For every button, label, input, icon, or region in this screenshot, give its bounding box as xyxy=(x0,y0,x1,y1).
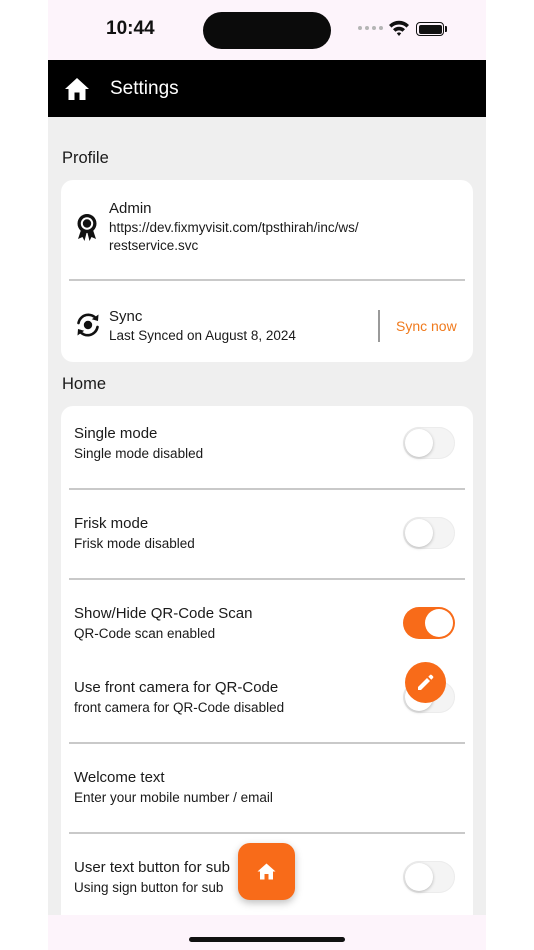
profile-card: Admin https://dev.fixmyvisit.com/tpsthir… xyxy=(61,180,473,362)
status-time: 10:44 xyxy=(106,18,155,39)
qr-scan-toggle[interactable] xyxy=(403,607,455,639)
single-mode-toggle[interactable] xyxy=(403,427,455,459)
frisk-mode-toggle[interactable] xyxy=(403,517,455,549)
setting-title: Welcome text xyxy=(74,769,165,786)
wifi-icon xyxy=(389,20,409,36)
divider xyxy=(69,578,465,580)
home-icon xyxy=(257,863,276,880)
dynamic-island xyxy=(203,12,331,49)
edit-welcome-text-button[interactable] xyxy=(405,662,446,703)
cellular-signal-icon xyxy=(358,26,383,30)
setting-title: Use front camera for QR-Code xyxy=(74,679,279,696)
battery-icon xyxy=(416,22,444,36)
status-bar: 10:44 xyxy=(48,0,486,60)
setting-row-single-mode[interactable]: Single mode Single mode disabled xyxy=(61,406,473,488)
user-text-button-toggle[interactable] xyxy=(403,861,455,893)
home-icon[interactable] xyxy=(64,77,90,101)
sync-now-button[interactable]: Sync now xyxy=(396,318,457,334)
phone-screen: 10:44 Settings Profile Admin https://dev… xyxy=(48,0,486,950)
page-title: Settings xyxy=(110,78,179,99)
setting-title: Frisk mode xyxy=(74,515,149,532)
section-title-profile: Profile xyxy=(62,149,109,167)
setting-subtitle: QR-Code scan enabled xyxy=(74,626,216,641)
admin-title: Admin xyxy=(109,200,152,217)
admin-row[interactable]: Admin https://dev.fixmyvisit.com/tpsthir… xyxy=(61,180,473,280)
setting-row-frisk-mode[interactable]: Frisk mode Frisk mode disabled xyxy=(61,496,473,578)
sync-separator xyxy=(378,310,380,342)
sync-title: Sync xyxy=(109,308,143,325)
setting-subtitle: front camera for QR-Code disabled xyxy=(74,700,285,715)
app-bar: Settings xyxy=(48,60,486,117)
award-ribbon-icon xyxy=(77,214,97,241)
setting-title: User text button for sub xyxy=(74,859,230,876)
divider xyxy=(69,832,465,834)
admin-url-line2: restservice.svc xyxy=(109,238,199,253)
pencil-icon xyxy=(418,674,434,690)
setting-subtitle: Single mode disabled xyxy=(74,446,204,461)
setting-row-welcome-text[interactable]: Welcome text Enter your mobile number / … xyxy=(61,750,473,832)
home-indicator[interactable] xyxy=(189,937,345,942)
setting-title: Show/Hide QR-Code Scan xyxy=(74,605,253,622)
settings-content[interactable]: Profile Admin https://dev.fixmyvisit.com… xyxy=(48,117,486,915)
admin-url-line1: https://dev.fixmyvisit.com/tpsthirah/inc… xyxy=(109,220,359,235)
setting-title: Single mode xyxy=(74,425,158,442)
home-fab-button[interactable] xyxy=(238,843,295,900)
setting-subtitle: Frisk mode disabled xyxy=(74,536,195,551)
setting-row-qr-scan[interactable]: Show/Hide QR-Code Scan QR-Code scan enab… xyxy=(61,586,473,660)
sync-icon[interactable] xyxy=(74,311,102,339)
setting-subtitle: Enter your mobile number / email xyxy=(74,790,273,805)
section-title-home: Home xyxy=(62,375,107,393)
divider xyxy=(69,488,465,490)
setting-subtitle: Using sign button for sub xyxy=(74,880,224,895)
battery-tip xyxy=(445,26,447,32)
divider xyxy=(69,742,465,744)
home-settings-card: Single mode Single mode disabled Frisk m… xyxy=(61,406,473,915)
sync-subtitle: Last Synced on August 8, 2024 xyxy=(109,328,296,343)
